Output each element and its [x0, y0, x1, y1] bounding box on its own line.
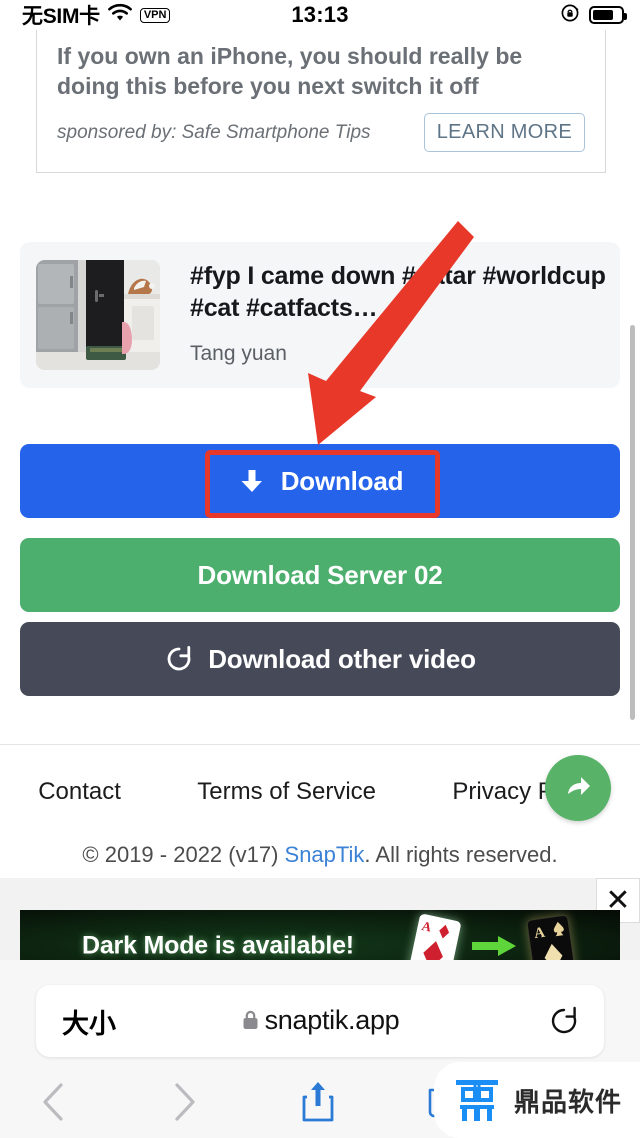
green-arrow-icon [472, 934, 518, 960]
video-title: #fyp I came down #qatar #worldcup #cat #… [190, 262, 606, 322]
lock-icon [241, 1007, 260, 1038]
address-bar[interactable]: 大小 snaptik.app [36, 985, 604, 1057]
share-button[interactable] [292, 1078, 344, 1130]
back-button[interactable] [28, 1078, 80, 1130]
playing-card-black-icon: A [526, 914, 576, 960]
share-up-icon [299, 1079, 337, 1130]
download-button[interactable]: Download [20, 444, 620, 518]
watermark-overlay: 鼎品软件 [434, 1062, 640, 1138]
status-bar-clock: 13:13 [291, 2, 349, 27]
share-fab-button[interactable] [545, 755, 611, 821]
bottom-banner-ad[interactable]: ✕ Dark Mode is available! A A ▷ [0, 878, 640, 960]
refresh-icon [164, 644, 194, 674]
phone-screenshot: 无SIM卡 VPN 13:13 If you own an iPhone, yo… [0, 0, 640, 1138]
dingpin-logo-icon [450, 1071, 504, 1130]
download-server-02-button[interactable]: Download Server 02 [20, 538, 620, 612]
download-server-02-label: Download Server 02 [197, 559, 443, 590]
footer-links: Contact Terms of Service Privacy Policy [0, 778, 640, 806]
video-thumbnail [36, 260, 160, 370]
copyright-suffix: . All rights reserved. [364, 842, 558, 867]
rotation-lock-icon [561, 3, 581, 28]
download-button-label: Download [280, 465, 404, 496]
share-arrow-icon [560, 768, 596, 809]
svg-text:A: A [420, 918, 433, 935]
chevron-left-icon [39, 1081, 69, 1128]
learn-more-button[interactable]: LEARN MORE [423, 113, 585, 152]
battery-icon [589, 6, 627, 24]
download-other-video-button[interactable]: Download other video [20, 622, 620, 696]
status-bar-right [561, 0, 627, 30]
watermark-text: 鼎品软件 [514, 1086, 623, 1117]
reload-icon[interactable] [548, 1005, 580, 1037]
copyright-prefix: © 2019 - 2022 (v17) [82, 842, 285, 867]
copyright-notice: © 2019 - 2022 (v17) SnapTik. All rights … [0, 842, 640, 868]
ios-status-bar: 无SIM卡 VPN 13:13 [0, 0, 640, 30]
download-other-video-label: Download other video [208, 643, 476, 674]
banner-ad-creative[interactable]: Dark Mode is available! A A ▷ [20, 910, 620, 960]
url-host: snaptik.app [36, 1005, 604, 1038]
video-info-card: #fyp I came down #qatar #worldcup #cat #… [20, 242, 620, 388]
ad-sponsor-label: sponsored by: Safe Smartphone Tips [57, 122, 371, 143]
safari-webview: If you own an iPhone, you should really … [0, 30, 640, 960]
svg-text:A: A [533, 925, 546, 942]
chevron-right-icon [169, 1081, 199, 1128]
snaptik-brand-link[interactable]: SnapTik [285, 842, 365, 867]
sponsored-ad-card[interactable]: If you own an iPhone, you should really … [36, 30, 606, 173]
ad-headline: If you own an iPhone, you should really … [57, 43, 523, 99]
footer-link-terms[interactable]: Terms of Service [197, 778, 376, 806]
page-scrollbar[interactable] [630, 325, 635, 720]
footer-divider [0, 744, 640, 745]
video-author: Tang yuan [190, 342, 287, 365]
forward-button[interactable] [158, 1078, 210, 1130]
banner-ad-text: Dark Mode is available! [82, 931, 354, 960]
footer-link-contact[interactable]: Contact [38, 778, 121, 806]
download-arrow-icon [237, 466, 267, 496]
host-label: snaptik.app [264, 1004, 400, 1035]
